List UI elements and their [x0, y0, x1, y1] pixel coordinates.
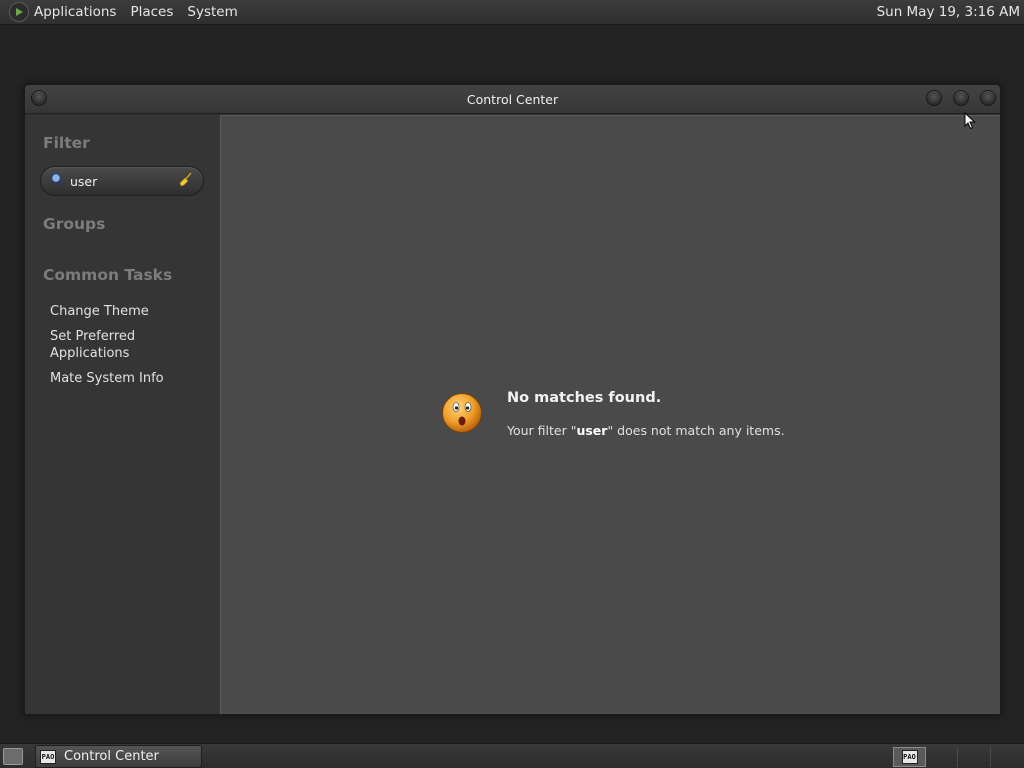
- window-title: Control Center: [466, 91, 559, 107]
- top-panel: Applications Places System Sun May 19, 3…: [0, 0, 1024, 25]
- task-mate-system-info[interactable]: Mate System Info: [50, 370, 210, 387]
- control-center-app-icon: PAO: [40, 749, 56, 764]
- surprised-face-icon: [441, 392, 483, 438]
- clock[interactable]: Sun May 19, 3:16 AM: [877, 4, 1020, 20]
- window-titlebar[interactable]: Control Center: [25, 85, 1000, 114]
- window-menu-button[interactable]: [31, 90, 47, 106]
- search-icon: [50, 172, 64, 191]
- close-button[interactable]: [980, 90, 996, 106]
- search-input[interactable]: user: [40, 166, 204, 196]
- search-value: user: [70, 173, 98, 189]
- menu-applications[interactable]: Applications: [34, 4, 116, 20]
- no-matches-text: No matches found. Your filter "user" doe…: [507, 388, 785, 438]
- workspace-divider: [957, 747, 958, 767]
- mate-menu-icon[interactable]: [9, 2, 29, 22]
- taskbar-button-label: Control Center: [64, 749, 159, 764]
- control-center-window: Control Center Filter user Groups Common…: [24, 84, 1001, 715]
- workspace-app-icon: PAO: [901, 750, 918, 764]
- content-area: No matches found. Your filter "user" doe…: [220, 115, 1000, 714]
- maximize-button[interactable]: [953, 90, 969, 106]
- no-matches-title: No matches found.: [507, 390, 662, 406]
- bottom-panel: PAO Control Center PAO: [0, 743, 1024, 768]
- no-matches-detail: Your filter "user" does not match any it…: [507, 423, 785, 438]
- workspace-switcher-icon[interactable]: PAO: [893, 747, 926, 767]
- taskbar-button-control-center[interactable]: PAO Control Center: [35, 745, 202, 768]
- common-tasks-heading: Common Tasks: [43, 266, 173, 284]
- clear-icon[interactable]: [178, 171, 193, 191]
- workspace-divider: [990, 747, 991, 767]
- common-tasks-list: Change Theme Set Preferred Applications …: [50, 303, 210, 395]
- sidebar: Filter user Groups Common Tasks Change T…: [25, 115, 220, 714]
- no-matches-message: No matches found. Your filter "user" doe…: [441, 388, 785, 438]
- show-desktop-icon[interactable]: [3, 748, 23, 765]
- mouse-cursor-icon: [964, 111, 976, 134]
- task-set-preferred-applications[interactable]: Set Preferred Applications: [50, 328, 210, 362]
- msg-term: user: [576, 423, 608, 438]
- task-change-theme[interactable]: Change Theme: [50, 303, 210, 320]
- menu-places[interactable]: Places: [130, 4, 173, 20]
- menu-system[interactable]: System: [187, 4, 237, 20]
- msg-prefix: Your filter ": [507, 423, 577, 438]
- msg-suffix: " does not match any items.: [607, 423, 785, 438]
- groups-heading: Groups: [43, 215, 106, 233]
- minimize-button[interactable]: [926, 90, 942, 106]
- filter-heading: Filter: [43, 134, 90, 152]
